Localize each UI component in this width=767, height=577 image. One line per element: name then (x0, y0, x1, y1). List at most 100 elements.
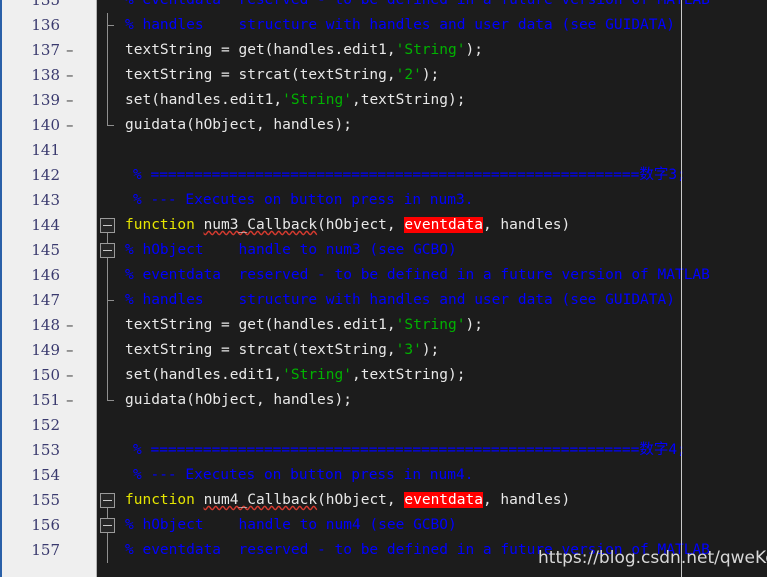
code-line[interactable]: guidata(hObject, handles); (97, 388, 767, 413)
code-token: textString = get(handles.edit1, (125, 42, 396, 58)
code-line[interactable]: % ======================================… (97, 438, 767, 463)
breakpoint-marker[interactable]: – (66, 363, 74, 388)
code-line-text: guidata(hObject, handles); (125, 388, 352, 413)
code-line[interactable]: % --- Executes on button press in num4. (97, 463, 767, 488)
code-line[interactable]: % hObject handle to num3 (see GCBO) (97, 238, 767, 263)
gutter-row[interactable]: 138– (2, 63, 99, 88)
gutter-row[interactable]: 156 (2, 513, 99, 538)
gutter-row[interactable]: 154 (2, 463, 99, 488)
line-number-gutter[interactable]: 135 136 137–138–139–140–141 142 143 144 145 146… (0, 0, 97, 577)
string-token: 'String' (395, 42, 466, 58)
line-number: 141 (31, 141, 60, 159)
code-line[interactable]: % eventdata reserved - to be defined in … (97, 263, 767, 288)
comment-token: % --- Executes on button press in num4. (133, 467, 474, 483)
breakpoint-marker[interactable]: – (66, 313, 74, 338)
gutter-row[interactable]: 153 (2, 438, 99, 463)
code-line[interactable]: textString = strcat(textString,'2'); (97, 63, 767, 88)
code-token: (hObject, (317, 217, 405, 233)
line-number: 157 (31, 541, 60, 559)
matlab-editor-window: 135 136 137–138–139–140–141 142 143 144 145 146… (0, 0, 767, 577)
code-token: textString = strcat(textString, (125, 342, 396, 358)
comment-token: % eventdata reserved - to be defined in … (125, 0, 710, 8)
code-line-text: % hObject handle to num4 (see GCBO) (125, 513, 457, 538)
code-line[interactable]: function num3_Callback(hObject, eventdat… (97, 213, 767, 238)
code-canvas[interactable]: % eventdata reserved - to be defined in … (97, 0, 767, 577)
comment-token: % eventdata reserved - to be defined in … (125, 267, 710, 283)
code-line[interactable]: % hObject handle to num4 (see GCBO) (97, 513, 767, 538)
code-line[interactable]: set(handles.edit1,'String',textString); (97, 363, 767, 388)
code-token: (hObject, (317, 492, 405, 508)
line-number: 135 (31, 0, 60, 9)
code-line[interactable]: textString = get(handles.edit1,'String')… (97, 38, 767, 63)
code-line-text: textString = get(handles.edit1,'String')… (125, 313, 483, 338)
code-line[interactable]: function num4_Callback(hObject, eventdat… (97, 488, 767, 513)
breakpoint-marker[interactable]: – (66, 38, 74, 63)
code-line-text: % handles structure with handles and use… (125, 13, 675, 38)
line-number: 152 (31, 416, 60, 434)
code-line[interactable]: set(handles.edit1,'String',textString); (97, 88, 767, 113)
line-number: 155 (31, 491, 60, 509)
line-number: 147 (31, 291, 60, 309)
gutter-row[interactable]: 157 (2, 538, 99, 563)
gutter-row[interactable]: 135 (2, 0, 99, 13)
line-number: 151 (31, 391, 60, 409)
gutter-row[interactable]: 151– (2, 388, 99, 413)
code-line[interactable]: textString = strcat(textString,'3'); (97, 338, 767, 363)
comment-token: % hObject handle to num3 (see GCBO) (125, 242, 457, 258)
gutter-row[interactable]: 136 (2, 13, 99, 38)
code-line[interactable]: textString = get(handles.edit1,'String')… (97, 313, 767, 338)
keyword-token: function (125, 492, 204, 508)
gutter-row[interactable]: 141 (2, 138, 99, 163)
code-line[interactable]: guidata(hObject, handles); (97, 113, 767, 138)
code-token: , handles) (482, 217, 571, 233)
code-token: set(handles.edit1, (125, 367, 283, 383)
code-token: ,textString); (351, 367, 466, 383)
gutter-row[interactable]: 152 (2, 413, 99, 438)
line-number: 154 (31, 466, 60, 484)
breakpoint-marker[interactable]: – (66, 388, 74, 413)
code-token: ); (421, 342, 440, 358)
gutter-row[interactable]: 149– (2, 338, 99, 363)
code-line-text: % hObject handle to num3 (see GCBO) (125, 238, 457, 263)
gutter-row[interactable]: 144 (2, 213, 99, 238)
code-token: guidata(hObject, handles); (125, 392, 352, 408)
line-number: 153 (31, 441, 60, 459)
gutter-row[interactable]: 143 (2, 188, 99, 213)
code-token: set(handles.edit1, (125, 92, 283, 108)
code-line[interactable]: % --- Executes on button press in num3. (97, 188, 767, 213)
line-number: 149 (31, 341, 60, 359)
gutter-row[interactable]: 140– (2, 113, 99, 138)
gutter-row[interactable]: 142 (2, 163, 99, 188)
code-token: , handles) (482, 492, 571, 508)
code-line-text: % --- Executes on button press in num3. (133, 188, 473, 213)
line-number: 143 (31, 191, 60, 209)
function-name-warning: num4_Callback (203, 492, 318, 508)
gutter-row[interactable]: 145 (2, 238, 99, 263)
string-token: '2' (395, 67, 422, 83)
line-number: 148 (31, 316, 60, 334)
code-line-text: % --- Executes on button press in num4. (133, 463, 473, 488)
code-line[interactable]: % ======================================… (97, 163, 767, 188)
code-line[interactable]: % eventdata reserved - to be defined in … (97, 0, 767, 13)
breakpoint-marker[interactable]: – (66, 63, 74, 88)
breakpoint-marker[interactable]: – (66, 113, 74, 138)
line-number: 138 (31, 66, 60, 84)
gutter-row[interactable]: 137– (2, 38, 99, 63)
gutter-row[interactable]: 146 (2, 263, 99, 288)
code-token: ,textString); (351, 92, 466, 108)
code-line[interactable] (97, 413, 767, 438)
code-line[interactable] (97, 138, 767, 163)
breakpoint-marker[interactable]: – (66, 88, 74, 113)
code-line-text: % eventdata reserved - to be defined in … (125, 263, 710, 288)
code-line-text: % ======================================… (133, 163, 686, 188)
code-line[interactable]: % handles structure with handles and use… (97, 288, 767, 313)
gutter-row[interactable]: 155 (2, 488, 99, 513)
code-line[interactable]: % handles structure with handles and use… (97, 13, 767, 38)
gutter-row[interactable]: 139– (2, 88, 99, 113)
breakpoint-marker[interactable]: – (66, 338, 74, 363)
gutter-row[interactable]: 148– (2, 313, 99, 338)
gutter-row[interactable]: 147 (2, 288, 99, 313)
keyword-token: function (125, 217, 204, 233)
code-token: textString = strcat(textString, (125, 67, 396, 83)
gutter-row[interactable]: 150– (2, 363, 99, 388)
